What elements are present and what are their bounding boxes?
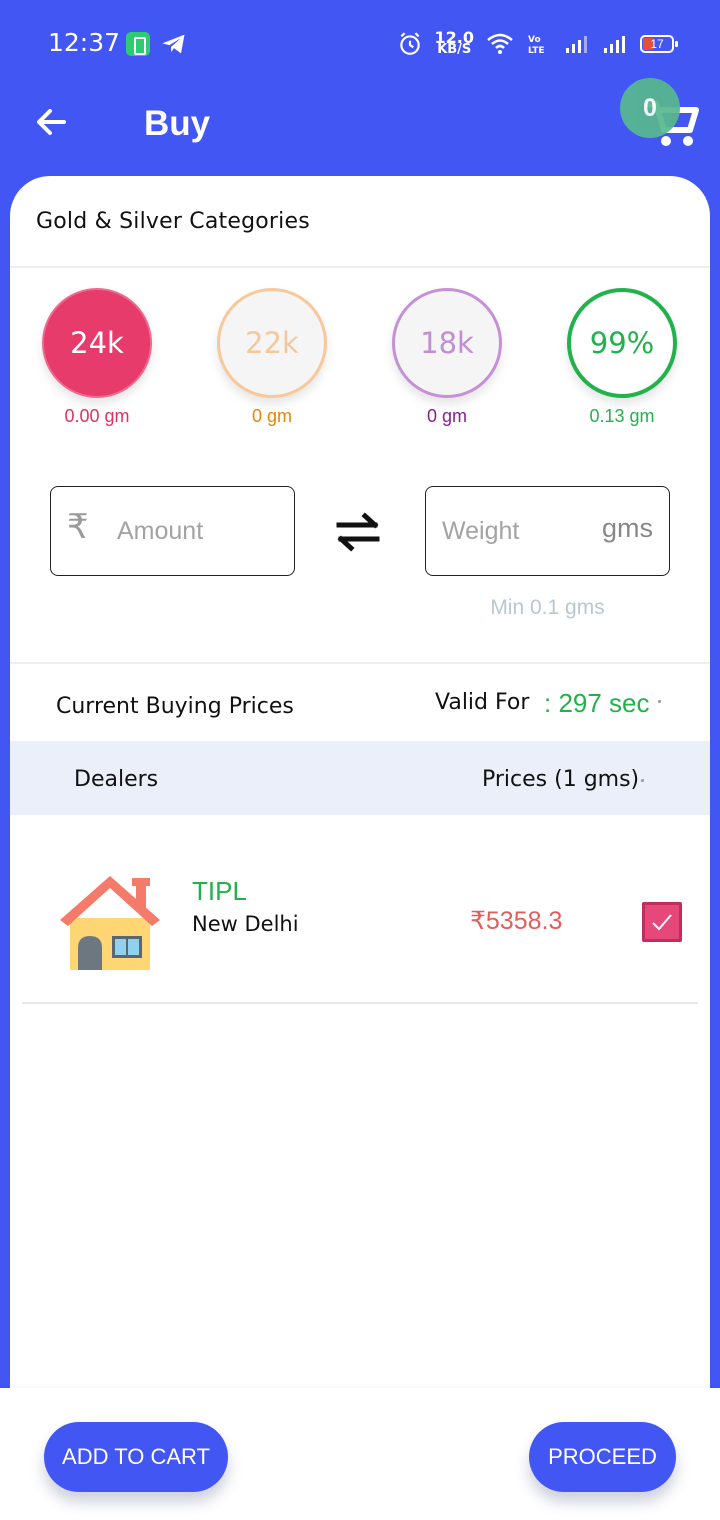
decorative-dot xyxy=(641,779,644,782)
swap-arrows-icon[interactable] xyxy=(335,512,381,552)
status-icons: 12.0 KB/S Vo LTE 17 xyxy=(397,28,678,60)
telegram-icon xyxy=(162,34,185,54)
weight-field[interactable]: gms xyxy=(425,486,670,576)
svg-text:LTE: LTE xyxy=(528,46,545,55)
amount-input[interactable] xyxy=(117,511,277,551)
status-time: 12:37 xyxy=(48,28,121,57)
rupee-icon: ₹ xyxy=(67,507,89,547)
valid-for-label: Valid For xyxy=(435,690,530,715)
weight-unit: gms xyxy=(601,513,653,543)
dealers-column-header: Dealers xyxy=(74,767,159,792)
checkmark-icon xyxy=(652,914,672,931)
category-18k[interactable]: 18k 0 gm xyxy=(392,288,502,427)
page-title: Buy xyxy=(144,104,211,143)
alarm-icon xyxy=(399,32,420,55)
current-prices-title: Current Buying Prices xyxy=(56,694,294,719)
category-99-percent[interactable]: 99% 0.13 gm xyxy=(567,288,677,427)
dealer-select-checkbox[interactable] xyxy=(642,902,682,942)
dealers-table-header: Dealers Prices (1 gms) xyxy=(10,741,710,815)
battery-icon: 17 xyxy=(640,35,678,53)
cart-count-badge: 0 xyxy=(620,78,680,138)
category-99-percent-qty: 0.13 gm xyxy=(589,406,655,426)
cart-button[interactable]: 0 xyxy=(620,78,700,158)
add-to-cart-button[interactable]: ADD TO CART xyxy=(44,1422,228,1492)
wifi-icon xyxy=(487,33,513,54)
battery-app-notification-icon xyxy=(126,32,150,56)
current-prices-header: Current Buying Prices Valid For : 297 se… xyxy=(10,664,710,740)
house-icon xyxy=(60,876,160,970)
back-arrow-icon[interactable] xyxy=(30,100,74,144)
category-24k-circle: 24k xyxy=(42,288,152,398)
category-24k[interactable]: 24k 0.00 gm xyxy=(42,288,152,427)
app-bar: Buy 0 xyxy=(0,78,720,176)
weight-input[interactable] xyxy=(442,511,582,551)
signal-icon-1 xyxy=(566,36,587,53)
network-speed: 12.0 KB/S xyxy=(434,28,474,57)
min-weight-hint: Min 0.1 gms xyxy=(490,596,605,619)
category-selector: 24k 0.00 gm 22k 0 gm 18k 0 gm 99% 0.13 g… xyxy=(10,288,710,428)
valid-for-countdown: : 297 sec xyxy=(544,688,650,718)
status-bar: 12:37 12.0 KB/S Vo LTE 17 xyxy=(0,0,720,88)
main-card: Gold & Silver Categories 24k 0.00 gm 22k… xyxy=(10,176,710,1520)
categories-title: Gold & Silver Categories xyxy=(10,176,710,268)
dealer-name: TIPL xyxy=(192,876,247,906)
amount-weight-inputs: ₹ gms Min 0.1 gms xyxy=(10,486,710,619)
prices-column-header: Prices (1 gms) xyxy=(482,767,640,792)
category-18k-qty: 0 gm xyxy=(426,406,468,426)
bottom-action-bar: ADD TO CART PROCEED xyxy=(0,1388,720,1520)
signal-icon-2 xyxy=(604,36,625,53)
category-24k-qty: 0.00 gm xyxy=(64,406,130,426)
svg-text:Vo: Vo xyxy=(528,35,541,45)
category-99-percent-circle: 99% xyxy=(567,288,677,398)
category-22k-circle: 22k xyxy=(217,288,327,398)
volte-icon: Vo LTE xyxy=(528,35,545,55)
dealer-city: New Delhi xyxy=(192,912,299,936)
proceed-button[interactable]: PROCEED xyxy=(529,1422,676,1492)
dealer-row[interactable]: TIPL New Delhi ₹5358.3 xyxy=(22,846,698,1004)
category-22k-qty: 0 gm xyxy=(251,406,293,426)
category-22k[interactable]: 22k 0 gm xyxy=(217,288,327,427)
decorative-dot xyxy=(658,700,661,703)
category-18k-circle: 18k xyxy=(392,288,502,398)
amount-field[interactable]: ₹ xyxy=(50,486,295,576)
dealer-price: ₹5358.3 xyxy=(470,907,563,935)
